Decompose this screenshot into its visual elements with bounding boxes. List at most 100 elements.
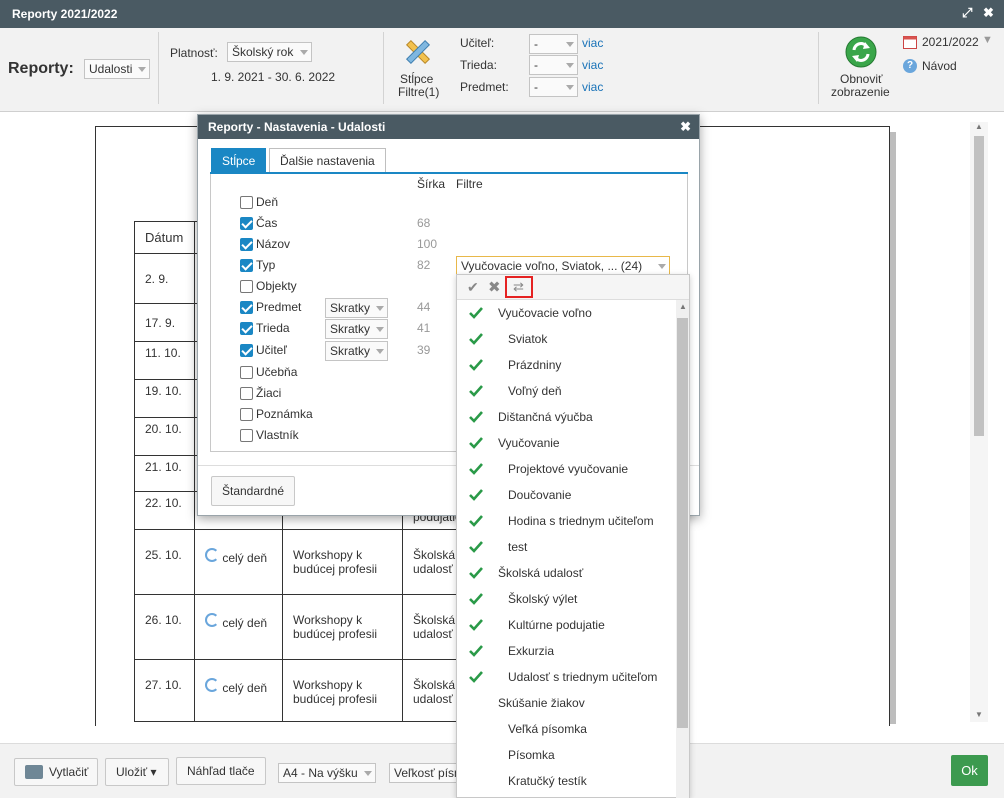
- checkbox[interactable]: [240, 344, 253, 357]
- check-icon: [469, 514, 483, 528]
- filter-item[interactable]: Voľný deň: [457, 378, 677, 404]
- report-scrollbar[interactable]: ▲ ▼: [970, 122, 988, 722]
- platnost-label: Platnosť:: [170, 46, 218, 60]
- checkbox[interactable]: [240, 387, 253, 400]
- filter-item[interactable]: Udalosť s triednym učiteľom: [457, 664, 677, 690]
- trieda-more-link[interactable]: viac: [582, 58, 603, 72]
- check-icon: [469, 332, 483, 346]
- ucitel-format-select[interactable]: Skratky: [325, 341, 388, 361]
- table-row: 25. 10. celý deň Workshopy k budúcej pro…: [134, 529, 473, 595]
- predmet-select[interactable]: -: [529, 77, 578, 97]
- close-icon[interactable]: ✖: [983, 5, 994, 21]
- column-row-ucebna[interactable]: Učebňa: [228, 365, 428, 383]
- filter-item[interactable]: Projektové vyučovanie: [457, 456, 677, 482]
- platnost-select[interactable]: Školský rok: [227, 42, 312, 62]
- column-row-vlastnik[interactable]: Vlastník: [228, 428, 428, 446]
- check-icon: [469, 566, 483, 580]
- filter-item[interactable]: Veľká písomka: [457, 716, 677, 742]
- report-type-select[interactable]: Udalosti: [84, 59, 150, 79]
- maximize-icon[interactable]: ⤢: [962, 5, 972, 21]
- check-icon: [469, 488, 483, 502]
- checkbox[interactable]: [240, 301, 253, 314]
- filter-item[interactable]: Prázdniny: [457, 352, 677, 378]
- column-row-objekty[interactable]: Objekty: [228, 279, 428, 297]
- checkbox[interactable]: [240, 259, 253, 272]
- tab-columns[interactable]: Stĺpce: [211, 148, 267, 172]
- font-size-select[interactable]: Veľkosť písma: [389, 763, 459, 783]
- refresh-icon: [845, 36, 877, 68]
- filter-item[interactable]: test: [457, 534, 677, 560]
- column-row-cas[interactable]: Čas 68: [228, 216, 448, 234]
- filter-item[interactable]: Školská udalosť: [457, 560, 677, 586]
- filter-item-label: Voľný deň: [508, 384, 562, 398]
- filter-item-label: Dištančná výučba: [498, 410, 593, 424]
- filter-item[interactable]: Vyučovacie voľno: [457, 300, 677, 326]
- check-icon: [469, 592, 483, 606]
- predmet-format-select[interactable]: Skratky: [325, 298, 388, 318]
- page-orientation-select[interactable]: A4 - Na výšku: [278, 763, 376, 783]
- pencil-ruler-icon: [405, 39, 431, 65]
- print-button[interactable]: Vytlačiť: [14, 758, 98, 786]
- column-row-typ[interactable]: Typ 82: [228, 258, 448, 276]
- filter-list-scrollbar[interactable]: ▲: [676, 300, 689, 798]
- trieda-format-select[interactable]: Skratky: [325, 319, 388, 339]
- checkbox[interactable]: [240, 429, 253, 442]
- refresh-button[interactable]: Obnoviť zobrazenie: [828, 36, 894, 102]
- year-label: 2021/2022: [922, 35, 979, 49]
- trieda-select[interactable]: -: [529, 55, 578, 75]
- table-row: 26. 10. celý deň Workshopy k budúcej pro…: [134, 594, 473, 660]
- check-all-icon[interactable]: ✔: [467, 279, 479, 296]
- typ-filter-select[interactable]: Vyučovacie voľno, Sviatok, ... (24): [456, 256, 670, 276]
- columns-filters-button[interactable]: Stĺpce Filtre(1): [396, 34, 442, 104]
- help-link[interactable]: ? Návod: [903, 58, 973, 74]
- help-label: Návod: [922, 59, 957, 73]
- filter-item[interactable]: Kultúrne podujatie: [457, 612, 677, 638]
- filter-item[interactable]: Kratučký testík: [457, 768, 677, 794]
- uncheck-all-icon[interactable]: ✖: [488, 278, 501, 296]
- repeat-icon: [205, 548, 219, 562]
- invert-selection-button[interactable]: ⇄: [505, 276, 533, 298]
- filter-item-label: Hodina s triednym učiteľom: [508, 514, 654, 528]
- ucitel-select[interactable]: -: [529, 34, 578, 54]
- column-row-ziaci[interactable]: Žiaci: [228, 386, 428, 404]
- check-icon: [469, 462, 483, 476]
- date-column-header: Dátum: [134, 221, 195, 254]
- filtre-label: Filtre(1): [398, 85, 440, 99]
- ok-button[interactable]: Ok: [951, 755, 988, 786]
- column-row-den[interactable]: Deň: [228, 195, 428, 213]
- predmet-more-link[interactable]: viac: [582, 80, 603, 94]
- checkbox[interactable]: [240, 366, 253, 379]
- column-row-nazov[interactable]: Názov 100: [228, 237, 448, 255]
- dialog-close-icon[interactable]: ✖: [680, 119, 691, 135]
- filter-item-label: Sviatok: [508, 332, 548, 346]
- filter-item[interactable]: Vyučovanie: [457, 430, 677, 456]
- year-selector[interactable]: 2021/2022 ▼: [903, 34, 995, 50]
- filter-item[interactable]: Exkurzia: [457, 638, 677, 664]
- checkbox[interactable]: [240, 196, 253, 209]
- refresh-label-1: Obnoviť: [840, 72, 883, 86]
- filter-item[interactable]: Skúšanie žiakov: [457, 690, 677, 716]
- checkbox[interactable]: [240, 280, 253, 293]
- save-button[interactable]: Uložiť ▾: [105, 758, 169, 786]
- filter-item[interactable]: Dištančná výučba: [457, 404, 677, 430]
- filter-item[interactable]: Doučovanie: [457, 482, 677, 508]
- refresh-label-2: zobrazenie: [831, 85, 890, 99]
- repeat-icon: [205, 613, 219, 627]
- filter-item[interactable]: Sviatok: [457, 326, 677, 352]
- ucitel-more-link[interactable]: viac: [582, 36, 603, 50]
- tab-more-settings[interactable]: Ďalšie nastavenia: [269, 148, 386, 172]
- checkbox[interactable]: [240, 408, 253, 421]
- filter-item-label: Skúšanie žiakov: [498, 696, 585, 710]
- column-row-poznamka[interactable]: Poznámka: [228, 407, 428, 425]
- filter-item[interactable]: Písomka: [457, 742, 677, 768]
- filter-item[interactable]: Hodina s triednym učiteľom: [457, 508, 677, 534]
- filter-item[interactable]: Školský výlet: [457, 586, 677, 612]
- filter-list: Vyučovacie voľno Sviatok Prázdniny Voľný de…: [457, 300, 677, 798]
- repeat-icon: [205, 678, 219, 692]
- checkbox[interactable]: [240, 238, 253, 251]
- checkbox[interactable]: [240, 322, 253, 335]
- standard-button[interactable]: Štandardné: [211, 476, 295, 506]
- check-icon: [469, 644, 483, 658]
- checkbox[interactable]: [240, 217, 253, 230]
- print-preview-button[interactable]: Náhľad tlače: [176, 757, 266, 785]
